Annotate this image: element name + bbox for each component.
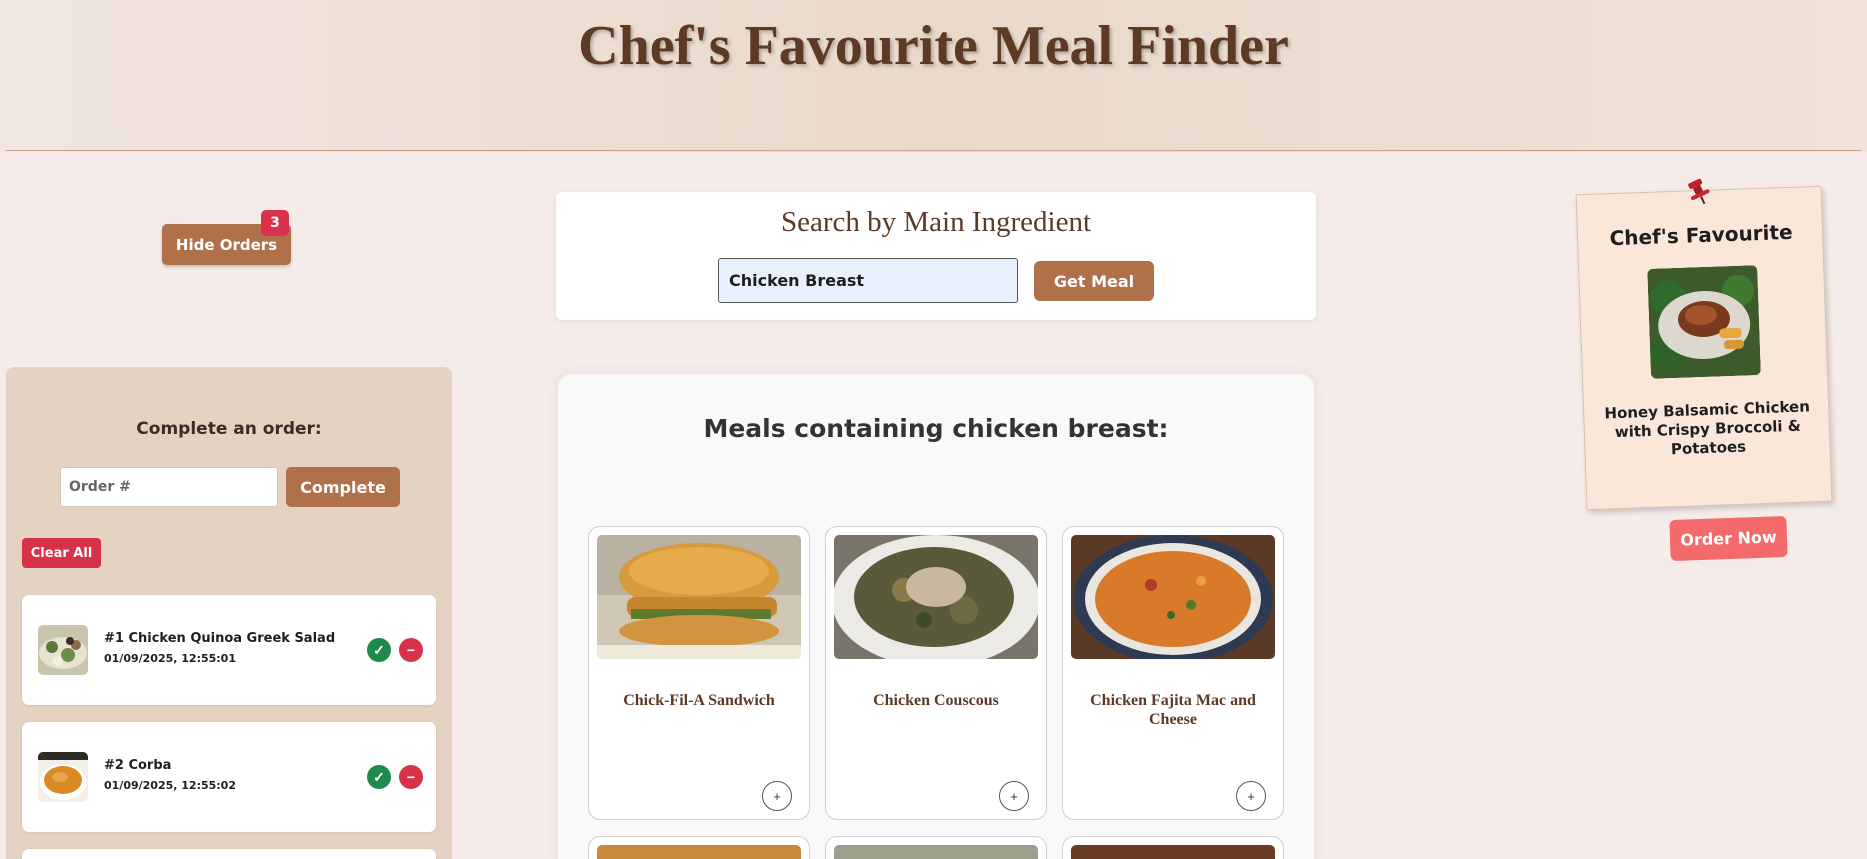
order-title: #2 Corba [104,758,172,773]
add-meal-icon[interactable]: + [762,781,792,811]
complete-order-check-icon[interactable]: ✓ [367,638,391,662]
search-heading: Search by Main Ingredient [780,206,1092,238]
clear-all-button[interactable]: Clear All [22,538,101,568]
complete-order-check-icon[interactable]: ✓ [367,765,391,789]
meal-image [1071,535,1275,659]
meal-card[interactable] [825,836,1047,859]
chefs-favourite-card: Chef's Favourite Honey Balsamic Chicken … [1575,185,1833,511]
add-meal-icon[interactable]: + [999,781,1029,811]
order-timestamp: 01/09/2025, 12:55:02 [104,779,236,792]
order-timestamp: 01/09/2025, 12:55:01 [104,652,236,665]
favourite-meal-name: Honey Balsamic Chicken with Crispy Brocc… [1604,397,1811,459]
orders-panel: Complete an order: Complete Clear All #1… [6,367,452,859]
page-title: Chef's Favourite Meal Finder [578,15,1289,77]
order-item [22,849,436,859]
search-card: Search by Main Ingredient Get Meal [556,192,1316,320]
meal-image [1071,845,1275,859]
meal-image [834,535,1038,659]
meal-card[interactable] [1062,836,1284,859]
order-thumbnail [38,625,88,675]
meal-card[interactable]: Chicken Couscous + [825,526,1047,820]
ingredient-search-input[interactable] [718,258,1018,303]
add-meal-icon[interactable]: + [1236,781,1266,811]
meal-card[interactable] [588,836,810,859]
complete-order-heading: Complete an order: [136,419,322,439]
meal-image [834,845,1038,859]
favourite-meal-image [1647,265,1761,379]
complete-order-button[interactable]: Complete [286,467,400,507]
remove-order-icon[interactable]: − [399,765,423,789]
order-item: #2 Corba 01/09/2025, 12:55:02 ✓ − [22,722,436,832]
favourite-heading: Chef's Favourite [1609,219,1793,251]
remove-order-icon[interactable]: − [399,638,423,662]
pushpin-icon [1686,178,1712,206]
meal-name: Chick-Fil-A Sandwich [623,692,775,709]
results-heading: Meals containing chicken breast: [703,414,1169,443]
get-meal-button[interactable]: Get Meal [1034,261,1154,301]
results-panel: Meals containing chicken breast: Chick-F… [558,374,1314,859]
meal-image [597,535,801,659]
header-divider [6,150,1861,151]
meal-image [597,845,801,859]
order-item: #1 Chicken Quinoa Greek Salad 01/09/2025… [22,595,436,705]
meal-card[interactable]: Chicken Fajita Mac and Cheese + [1062,526,1284,820]
order-title: #1 Chicken Quinoa Greek Salad [104,631,336,646]
order-now-button[interactable]: Order Now [1669,515,1788,562]
order-thumbnail [38,752,88,802]
meal-card[interactable]: Chick-Fil-A Sandwich + [588,526,810,820]
orders-count-badge: 3 [261,210,289,236]
meal-name: Chicken Fajita Mac and Cheese [1090,692,1256,728]
order-number-input[interactable] [60,467,278,507]
meal-name: Chicken Couscous [873,692,999,709]
